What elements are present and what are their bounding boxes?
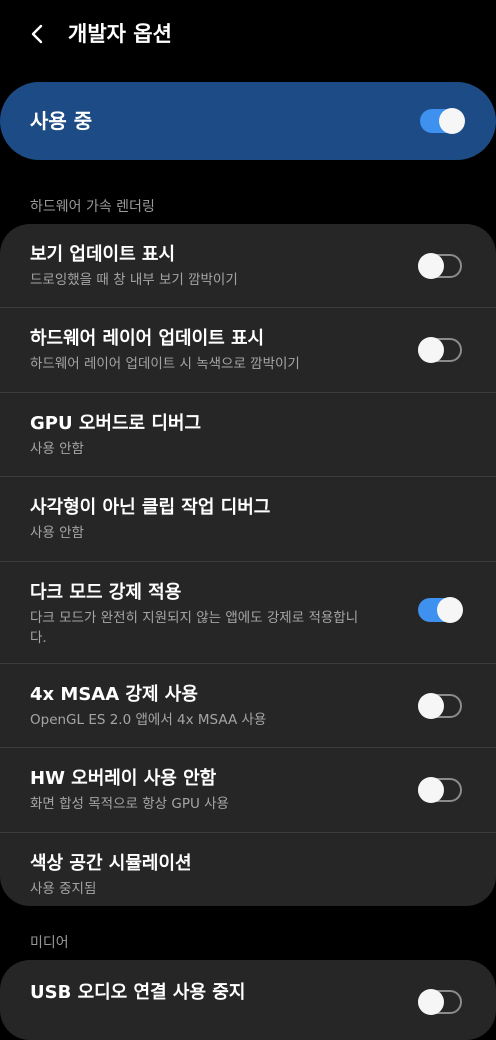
setting-subtitle: 화면 합성 목적으로 항상 GPU 사용: [30, 796, 229, 812]
setting-title: 사각형이 아닌 클립 작업 디버그: [30, 497, 271, 518]
setting-title: HW 오버레이 사용 안함: [30, 768, 217, 789]
setting-subtitle: OpenGL ES 2.0 앱에서 4x MSAA 사용: [30, 712, 267, 728]
setting-subtitle: 드로잉했을 때 창 내부 보기 깜박이기: [30, 272, 238, 288]
setting-subtitle: 사용 안함: [30, 441, 84, 457]
force-4x-msaa-toggle[interactable]: [418, 693, 462, 719]
hw-rendering-card: 보기 업데이트 표시 드로잉했을 때 창 내부 보기 깜박이기 하드웨어 레이어…: [0, 224, 496, 906]
setting-title: USB 오디오 연결 사용 중지: [30, 982, 246, 1003]
setting-title: 4x MSAA 강제 사용: [30, 684, 198, 705]
disable-usb-audio-toggle[interactable]: [418, 989, 462, 1015]
master-toggle[interactable]: [420, 108, 465, 134]
setting-row-show-view-updates[interactable]: 보기 업데이트 표시 드로잉했을 때 창 내부 보기 깜박이기: [0, 224, 496, 308]
toggle-knob: [418, 253, 444, 279]
master-switch-card[interactable]: 사용 중: [0, 82, 496, 160]
show-hw-layer-updates-toggle[interactable]: [418, 337, 462, 363]
force-dark-toggle[interactable]: [418, 597, 463, 623]
section-header-hw-rendering: 하드웨어 가속 렌더링: [30, 199, 155, 215]
section-header-media: 미디어: [30, 935, 69, 951]
app-bar: 개발자 옵션: [0, 0, 496, 72]
setting-row-disable-hw-overlays[interactable]: HW 오버레이 사용 안함 화면 합성 목적으로 항상 GPU 사용: [0, 748, 496, 833]
toggle-knob: [437, 597, 463, 623]
setting-subtitle: 사용 안함: [30, 525, 84, 541]
chevron-left-icon[interactable]: [26, 22, 50, 46]
disable-hw-overlays-toggle[interactable]: [418, 777, 462, 803]
setting-row-show-hw-layer-updates[interactable]: 하드웨어 레이어 업데이트 표시 하드웨어 레이어 업데이트 시 녹색으로 깜박…: [0, 308, 496, 393]
setting-subtitle: 다크 모드가 완전히 지원되지 않는 앱에도 강제로 적용합니다.: [30, 610, 359, 646]
page-title: 개발자 옵션: [68, 22, 172, 46]
setting-title: GPU 오버드로 디버그: [30, 413, 202, 434]
toggle-knob: [418, 777, 444, 803]
setting-subtitle: 사용 중지됨: [30, 881, 97, 897]
setting-row-force-4x-msaa[interactable]: 4x MSAA 강제 사용 OpenGL ES 2.0 앱에서 4x MSAA …: [0, 664, 496, 748]
setting-row-force-dark[interactable]: 다크 모드 강제 적용 다크 모드가 완전히 지원되지 않는 앱에도 강제로 적…: [0, 562, 496, 664]
setting-row-color-space-simulation[interactable]: 색상 공간 시뮬레이션 사용 중지됨: [0, 833, 496, 906]
toggle-knob: [439, 108, 465, 134]
toggle-knob: [418, 693, 444, 719]
master-switch-label: 사용 중: [30, 109, 93, 133]
setting-row-disable-usb-audio-routing[interactable]: USB 오디오 연결 사용 중지: [0, 960, 496, 1040]
show-view-updates-toggle[interactable]: [418, 253, 462, 279]
media-card: USB 오디오 연결 사용 중지: [0, 960, 496, 1040]
setting-subtitle: 하드웨어 레이어 업데이트 시 녹색으로 깜박이기: [30, 356, 300, 372]
setting-title: 색상 공간 시뮬레이션: [30, 853, 192, 874]
setting-title: 보기 업데이트 표시: [30, 244, 176, 265]
setting-title: 하드웨어 레이어 업데이트 표시: [30, 328, 265, 349]
toggle-knob: [418, 337, 444, 363]
setting-title: 다크 모드 강제 적용: [30, 582, 182, 603]
setting-row-non-rect-clip[interactable]: 사각형이 아닌 클립 작업 디버그 사용 안함: [0, 477, 496, 562]
setting-row-gpu-overdraw[interactable]: GPU 오버드로 디버그 사용 안함: [0, 393, 496, 477]
toggle-knob: [418, 989, 444, 1015]
